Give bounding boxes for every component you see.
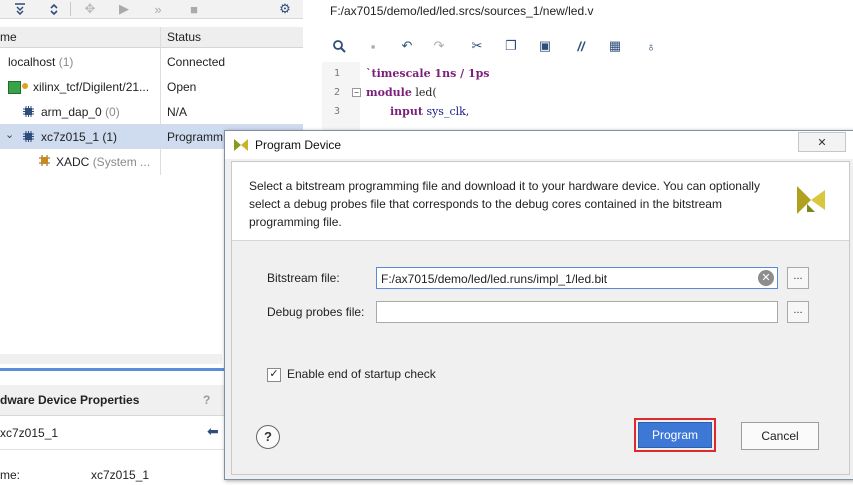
description-area: Select a bitstream programming file and …: [232, 162, 849, 241]
chevron-down-icon[interactable]: ⌄: [5, 128, 14, 141]
vivado-logo-icon: [233, 138, 249, 155]
bitstream-browse-button[interactable]: ...: [787, 267, 809, 289]
cancel-button[interactable]: Cancel: [741, 422, 819, 450]
editor-file-path: F:/ax7015/demo/led/led.srcs/sources_1/ne…: [330, 4, 594, 18]
line-number: 2: [334, 87, 341, 98]
chip-icon: [22, 130, 35, 146]
row-count: (1): [102, 130, 118, 144]
code-line[interactable]: `timescale 1ns / 1ps: [366, 67, 489, 80]
back-arrow-icon[interactable]: ⬅: [207, 423, 219, 440]
property-name-label: me:: [0, 468, 21, 482]
expand-all-icon[interactable]: [44, 0, 64, 18]
row-status: Connected: [167, 55, 226, 69]
properties-device-bar: xc7z015_1 ⬅: [0, 417, 224, 450]
bitstream-file-input[interactable]: F:/ax7015/demo/led/led.runs/impl_1/led.b…: [376, 267, 778, 289]
line-number: 3: [334, 106, 341, 117]
debug-probes-input[interactable]: [376, 301, 778, 323]
paste-icon[interactable]: ▣: [536, 37, 554, 55]
stop-icon[interactable]: ■: [184, 0, 204, 18]
save-icon[interactable]: ▪: [364, 37, 382, 55]
lightbulb-icon[interactable]: ♁: [642, 37, 660, 55]
horizontal-scrollbar[interactable]: [0, 354, 222, 364]
properties-device: xc7z015_1: [0, 426, 59, 440]
code-line[interactable]: input sys_clk,: [390, 105, 469, 118]
hardware-table-header: me Status: [0, 27, 303, 48]
row-name: localhost: [8, 55, 56, 69]
row-count: (0): [105, 105, 120, 119]
row-status: Open: [167, 80, 197, 94]
clear-icon[interactable]: ✕: [758, 270, 774, 286]
row-status: Programm: [167, 130, 224, 144]
table-row[interactable]: arm_dap_0 (0) N/A: [0, 99, 303, 124]
row-name: arm_dap_0: [41, 105, 102, 119]
template-icon[interactable]: ▦: [606, 37, 624, 55]
properties-title: dware Device Properties: [0, 393, 140, 407]
run-icon[interactable]: ▶: [114, 0, 134, 18]
startup-check-checkbox[interactable]: ✓: [267, 368, 281, 382]
undo-icon[interactable]: ↶: [398, 37, 416, 55]
table-row[interactable]: localhost (1) Connected: [0, 49, 303, 74]
vivado-logo-icon: [795, 184, 827, 219]
disconnect-icon[interactable]: ✥: [80, 0, 100, 18]
dialog-title-bar[interactable]: Program Device ✕: [225, 131, 853, 159]
editor-toolbar: ▪ ↶ ↷ ✂ ❐ ▣ // ▦ ♁: [322, 34, 853, 58]
debug-probes-label: Debug probes file:: [267, 305, 365, 319]
search-icon[interactable]: [330, 37, 348, 55]
startup-check-label[interactable]: Enable end of startup check: [287, 367, 436, 381]
cut-icon[interactable]: ✂: [468, 37, 486, 55]
row-count: (1): [58, 55, 74, 69]
code-line[interactable]: module led(: [366, 86, 437, 99]
property-name-value: xc7z015_1: [91, 468, 150, 482]
cable-icon: [8, 81, 21, 94]
editor-gutter: [322, 62, 360, 132]
comment-icon[interactable]: //: [572, 37, 590, 55]
row-name: xilinx_tcf/Digilent/21...: [33, 80, 150, 94]
debug-probes-browse-button[interactable]: ...: [787, 301, 809, 323]
program-device-dialog: Program Device ✕ Select a bitstream prog…: [224, 130, 853, 480]
table-row[interactable]: xilinx_tcf/Digilent/21... Open: [0, 74, 303, 99]
help-icon[interactable]: ?: [203, 393, 210, 407]
row-name: XADC: [56, 155, 90, 169]
fold-icon[interactable]: −: [352, 88, 361, 97]
redo-icon[interactable]: ↷: [430, 37, 448, 55]
column-status-header[interactable]: Status: [167, 30, 201, 44]
panel-splitter[interactable]: [0, 368, 224, 371]
bitstream-label: Bitstream file:: [267, 271, 340, 285]
program-button[interactable]: Program: [638, 422, 712, 448]
sensor-icon: [38, 154, 51, 170]
hardware-toolbar: ✥ ▶ » ■ ⚙: [0, 0, 303, 19]
dialog-body: Select a bitstream programming file and …: [231, 161, 850, 475]
copy-icon[interactable]: ❐: [502, 37, 520, 55]
row-name: xc7z015_1: [41, 130, 100, 144]
status-dot-icon: [22, 83, 28, 89]
row-count: (System ...: [92, 155, 151, 169]
collapse-all-icon[interactable]: [10, 0, 30, 18]
close-button[interactable]: ✕: [798, 132, 846, 152]
fast-forward-icon[interactable]: »: [148, 0, 168, 18]
row-status: N/A: [167, 105, 188, 119]
dialog-title: Program Device: [255, 138, 342, 152]
gear-icon[interactable]: ⚙: [275, 0, 295, 18]
properties-header: dware Device Properties ?: [0, 385, 224, 416]
help-button[interactable]: ?: [256, 425, 280, 449]
chip-icon: [22, 105, 35, 121]
dialog-description: Select a bitstream programming file and …: [249, 179, 760, 229]
bitstream-file-value: F:/ax7015/demo/led/led.runs/impl_1/led.b…: [381, 272, 608, 286]
column-name-header[interactable]: me: [0, 30, 17, 44]
line-number: 1: [334, 68, 341, 79]
